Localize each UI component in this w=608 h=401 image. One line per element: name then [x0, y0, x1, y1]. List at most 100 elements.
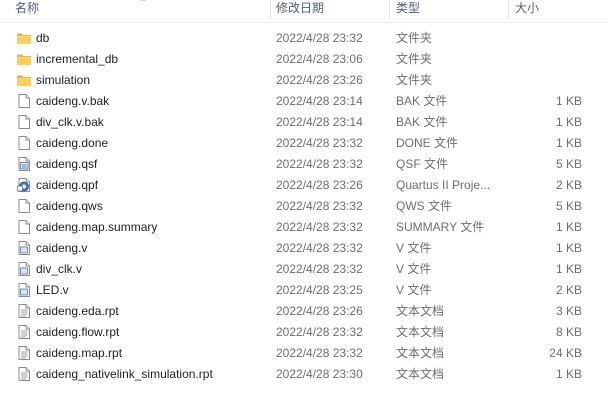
file-modified-date: 2022/4/28 23:32: [276, 262, 363, 276]
file-row[interactable]: caideng.qws 2022/4/28 23:32 QWS 文件 5 KB: [0, 196, 608, 217]
file-type: V 文件: [396, 262, 432, 276]
file-modified-date: 2022/4/28 23:32: [276, 31, 363, 45]
column-header-size[interactable]: 大小: [515, 0, 539, 20]
folder-row[interactable]: simulation 2022/4/28 23:26 文件夹: [0, 70, 608, 91]
file-row[interactable]: caideng.qsf 2022/4/28 23:32 QSF 文件 5 KB: [0, 154, 608, 175]
file-row[interactable]: LED.v 2022/4/28 23:25 V 文件 2 KB: [0, 280, 608, 301]
file-size: 24 KB: [549, 346, 582, 360]
file-size: 1 KB: [555, 115, 582, 129]
column-divider[interactable]: [389, 0, 390, 19]
file-modified-date: 2022/4/28 23:32: [276, 325, 363, 339]
file-type: SUMMARY 文件: [396, 220, 485, 234]
file-size: 3 KB: [555, 304, 582, 318]
file-row[interactable]: caideng.flow.rpt 2022/4/28 23:32 文本文档 8 KB: [0, 322, 608, 343]
file-row[interactable]: div_clk.v.bak 2022/4/28 23:14 BAK 文件 1 KB: [0, 112, 608, 133]
folder-icon: [16, 72, 32, 88]
file-type: QSF 文件: [396, 157, 449, 171]
verilog-file-icon: [16, 282, 32, 298]
column-header-name[interactable]: 名称: [15, 0, 39, 20]
file-name: div_clk.v: [36, 262, 83, 276]
file-name: caideng.qws: [36, 199, 103, 213]
file-name: caideng.map.rpt: [36, 346, 123, 360]
file-row[interactable]: caideng.map.rpt 2022/4/28 23:32 文本文档 24 KB: [0, 343, 608, 364]
file-type: 文本文档: [396, 325, 445, 339]
file-icon: [16, 198, 32, 214]
file-modified-date: 2022/4/28 23:32: [276, 220, 363, 234]
file-modified-date: 2022/4/28 23:32: [276, 346, 363, 360]
file-type: DONE 文件: [396, 136, 459, 150]
file-modified-date: 2022/4/28 23:26: [276, 73, 363, 87]
file-modified-date: 2022/4/28 23:06: [276, 52, 363, 66]
file-modified-date: 2022/4/28 23:25: [276, 283, 363, 297]
file-size: 1 KB: [555, 241, 582, 255]
file-list: db 2022/4/28 23:32 文件夹 incremental_db 2022/4…: [0, 28, 608, 385]
file-type: QWS 文件: [396, 199, 452, 213]
file-modified-date: 2022/4/28 23:32: [276, 241, 363, 255]
file-type: 文本文档: [396, 304, 445, 318]
column-divider[interactable]: [508, 0, 509, 19]
file-name: simulation: [36, 73, 91, 87]
verilog-file-icon: [16, 240, 32, 256]
file-size: 2 KB: [555, 178, 582, 192]
file-modified-date: 2022/4/28 23:32: [276, 136, 363, 150]
file-name: caideng.qpf: [36, 178, 99, 192]
text-file-icon: [16, 366, 32, 382]
folder-icon: [16, 51, 32, 67]
file-modified-date: 2022/4/28 23:32: [276, 157, 363, 171]
file-row[interactable]: caideng.v.bak 2022/4/28 23:14 BAK 文件 1 KB: [0, 91, 608, 112]
file-row[interactable]: caideng.v 2022/4/28 23:32 V 文件 1 KB: [0, 238, 608, 259]
file-row[interactable]: caideng.map.summary 2022/4/28 23:32 SUMMAR…: [0, 217, 608, 238]
folder-icon: [16, 30, 32, 46]
file-type: BAK 文件: [396, 115, 448, 129]
file-name: caideng_nativelink_simulation.rpt: [36, 367, 213, 381]
folder-row[interactable]: incremental_db 2022/4/28 23:06 文件夹: [0, 49, 608, 70]
file-name: caideng.v.bak: [36, 94, 110, 108]
column-header-bar: 名称 ⌃ 修改日期 类型 大小: [0, 0, 608, 23]
column-header-date[interactable]: 修改日期: [276, 0, 324, 20]
file-name: caideng.v: [36, 241, 88, 255]
column-divider[interactable]: [270, 0, 271, 19]
file-row[interactable]: caideng.qpf 2022/4/28 23:26 Quartus II Pro…: [0, 175, 608, 196]
file-modified-date: 2022/4/28 23:14: [276, 94, 363, 108]
file-explorer-list: 名称 ⌃ 修改日期 类型 大小 db 2022/4/28 23:32 文件夹 incr…: [0, 0, 608, 401]
file-modified-date: 2022/4/28 23:30: [276, 367, 363, 381]
file-type: 文件夹: [396, 52, 433, 66]
text-file-icon: [16, 324, 32, 340]
file-row[interactable]: caideng.eda.rpt 2022/4/28 23:26 文本文档 3 KB: [0, 301, 608, 322]
file-name: caideng.qsf: [36, 157, 98, 171]
file-type: BAK 文件: [396, 94, 448, 108]
file-row[interactable]: caideng.done 2022/4/28 23:32 DONE 文件 1 KB: [0, 133, 608, 154]
file-icon: [16, 135, 32, 151]
file-type: 文本文档: [396, 346, 445, 360]
file-type: V 文件: [396, 283, 432, 297]
file-name: incremental_db: [36, 52, 119, 66]
file-name: div_clk.v.bak: [36, 115, 104, 129]
file-modified-date: 2022/4/28 23:26: [276, 178, 363, 192]
quartus-project-icon: [16, 177, 32, 193]
file-name: LED.v: [36, 283, 69, 297]
file-type: 文件夹: [396, 73, 433, 87]
file-modified-date: 2022/4/28 23:14: [276, 115, 363, 129]
file-row[interactable]: div_clk.v 2022/4/28 23:32 V 文件 1 KB: [0, 259, 608, 280]
file-name: caideng.map.summary: [36, 220, 158, 234]
file-size: 1 KB: [555, 220, 582, 234]
file-icon: [16, 219, 32, 235]
file-modified-date: 2022/4/28 23:26: [276, 304, 363, 318]
file-size: 5 KB: [555, 199, 582, 213]
file-modified-date: 2022/4/28 23:32: [276, 199, 363, 213]
folder-row[interactable]: db 2022/4/28 23:32 文件夹: [0, 28, 608, 49]
file-name: caideng.eda.rpt: [36, 304, 119, 318]
qsf-file-icon: [16, 156, 32, 172]
file-row[interactable]: caideng_nativelink_simulation.rpt 2022/4/…: [0, 364, 608, 385]
column-header-type[interactable]: 类型: [396, 0, 420, 20]
file-name: db: [36, 31, 50, 45]
file-icon: [16, 114, 32, 130]
text-file-icon: [16, 303, 32, 319]
file-type: V 文件: [396, 241, 432, 255]
file-size: 1 KB: [555, 136, 582, 150]
verilog-file-icon: [16, 261, 32, 277]
file-type: 文本文档: [396, 367, 445, 381]
file-type: 文件夹: [396, 31, 433, 45]
file-size: 8 KB: [555, 325, 582, 339]
sort-arrow-icon: ⌃: [140, 0, 147, 7]
